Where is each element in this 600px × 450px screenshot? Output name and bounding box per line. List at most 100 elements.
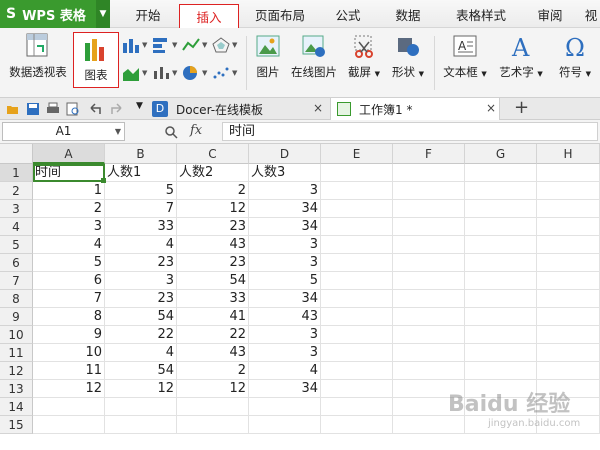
cell-c6[interactable]: 23 [177, 254, 249, 272]
cell-c5[interactable]: 43 [177, 236, 249, 254]
close-icon[interactable]: × [313, 101, 323, 115]
cell-c10[interactable]: 22 [177, 326, 249, 344]
textbox-button[interactable]: A 文本框 ▼ [440, 32, 490, 80]
chevron-down-icon[interactable]: ▼ [419, 70, 424, 78]
cell-a15[interactable] [33, 416, 105, 434]
cell-c13[interactable]: 12 [177, 380, 249, 398]
screenshot-button[interactable]: 截屏 ▼ [346, 32, 382, 80]
column-header-e[interactable]: E [321, 144, 393, 164]
cell-d13[interactable]: 34 [249, 380, 321, 398]
row-header-5[interactable]: 5 [0, 236, 33, 254]
chevron-down-icon[interactable]: ▼ [115, 123, 121, 140]
row-header-14[interactable]: 14 [0, 398, 33, 416]
pivot-table-button[interactable]: 数据透视表 [6, 32, 70, 80]
cell-f2[interactable] [393, 182, 465, 200]
print-icon[interactable] [46, 102, 60, 116]
cell-c12[interactable]: 2 [177, 362, 249, 380]
cell-b8[interactable]: 23 [105, 290, 177, 308]
column-header-h[interactable]: H [537, 144, 600, 164]
cell-d2[interactable]: 3 [249, 182, 321, 200]
cell-e5[interactable] [321, 236, 393, 254]
stock-chart-dropdown[interactable]: ▼ [152, 64, 186, 82]
cell-e2[interactable] [321, 182, 393, 200]
cell-a10[interactable]: 9 [33, 326, 105, 344]
cell-f11[interactable] [393, 344, 465, 362]
chart-button[interactable]: 图表 [73, 32, 119, 88]
column-header-d[interactable]: D [249, 144, 321, 164]
cell-f1[interactable] [393, 164, 465, 182]
cell-c11[interactable]: 43 [177, 344, 249, 362]
radar-chart-dropdown[interactable]: ▼ [212, 36, 246, 54]
cell-d6[interactable]: 3 [249, 254, 321, 272]
cell-h6[interactable] [537, 254, 600, 272]
cell-e15[interactable] [321, 416, 393, 434]
cell-d9[interactable]: 43 [249, 308, 321, 326]
tab-page-layout[interactable]: 页面布局 [250, 0, 310, 28]
shapes-button[interactable]: 形状 ▼ [390, 32, 426, 80]
tab-table-style[interactable]: 表格样式 [448, 0, 514, 28]
cell-f9[interactable] [393, 308, 465, 326]
cell-b6[interactable]: 23 [105, 254, 177, 272]
cell-a5[interactable]: 4 [33, 236, 105, 254]
name-box[interactable]: A1 ▼ [2, 122, 125, 141]
cell-h8[interactable] [537, 290, 600, 308]
cell-d12[interactable]: 4 [249, 362, 321, 380]
cell-g10[interactable] [465, 326, 537, 344]
cell-d7[interactable]: 5 [249, 272, 321, 290]
cell-c9[interactable]: 41 [177, 308, 249, 326]
cell-a8[interactable]: 7 [33, 290, 105, 308]
chevron-down-icon[interactable]: ▼ [136, 101, 143, 111]
cell-g7[interactable] [465, 272, 537, 290]
tab-review[interactable]: 审阅 [530, 0, 570, 28]
cell-h10[interactable] [537, 326, 600, 344]
cell-e11[interactable] [321, 344, 393, 362]
cell-c15[interactable] [177, 416, 249, 434]
cell-b4[interactable]: 33 [105, 218, 177, 236]
cell-f7[interactable] [393, 272, 465, 290]
cell-b10[interactable]: 22 [105, 326, 177, 344]
row-header-2[interactable]: 2 [0, 182, 33, 200]
cell-f12[interactable] [393, 362, 465, 380]
cell-a2[interactable]: 1 [33, 182, 105, 200]
row-header-9[interactable]: 9 [0, 308, 33, 326]
cell-h2[interactable] [537, 182, 600, 200]
cell-b14[interactable] [105, 398, 177, 416]
cell-d15[interactable] [249, 416, 321, 434]
tab-home[interactable]: 开始 [126, 0, 170, 28]
cell-b9[interactable]: 54 [105, 308, 177, 326]
cell-c3[interactable]: 12 [177, 200, 249, 218]
tab-view[interactable]: 视 [582, 0, 600, 28]
column-header-f[interactable]: F [393, 144, 465, 164]
cell-e1[interactable] [321, 164, 393, 182]
row-header-3[interactable]: 3 [0, 200, 33, 218]
row-header-10[interactable]: 10 [0, 326, 33, 344]
undo-icon[interactable] [88, 102, 102, 116]
cell-d1[interactable]: 人数3 [249, 164, 321, 182]
cell-b1[interactable]: 人数1 [105, 164, 177, 182]
chevron-down-icon[interactable]: ▼ [375, 70, 380, 78]
cell-g1[interactable] [465, 164, 537, 182]
chevron-down-icon[interactable]: ▼ [481, 70, 486, 78]
cell-e4[interactable] [321, 218, 393, 236]
cell-e6[interactable] [321, 254, 393, 272]
column-header-b[interactable]: B [105, 144, 177, 164]
cell-g5[interactable] [465, 236, 537, 254]
cell-b15[interactable] [105, 416, 177, 434]
chevron-down-icon[interactable]: ▼ [586, 70, 591, 78]
cell-g12[interactable] [465, 362, 537, 380]
column-chart-dropdown[interactable]: ▼ [122, 36, 156, 54]
cell-a3[interactable]: 2 [33, 200, 105, 218]
cell-c7[interactable]: 54 [177, 272, 249, 290]
cell-h7[interactable] [537, 272, 600, 290]
row-header-11[interactable]: 11 [0, 344, 33, 362]
cell-d10[interactable]: 3 [249, 326, 321, 344]
cell-b12[interactable]: 54 [105, 362, 177, 380]
cell-b7[interactable]: 3 [105, 272, 177, 290]
online-picture-button[interactable]: 在线图片 [290, 32, 338, 80]
cell-c8[interactable]: 33 [177, 290, 249, 308]
cell-h4[interactable] [537, 218, 600, 236]
new-tab-button[interactable]: + [514, 98, 529, 118]
cell-g8[interactable] [465, 290, 537, 308]
cell-h12[interactable] [537, 362, 600, 380]
cell-d3[interactable]: 34 [249, 200, 321, 218]
